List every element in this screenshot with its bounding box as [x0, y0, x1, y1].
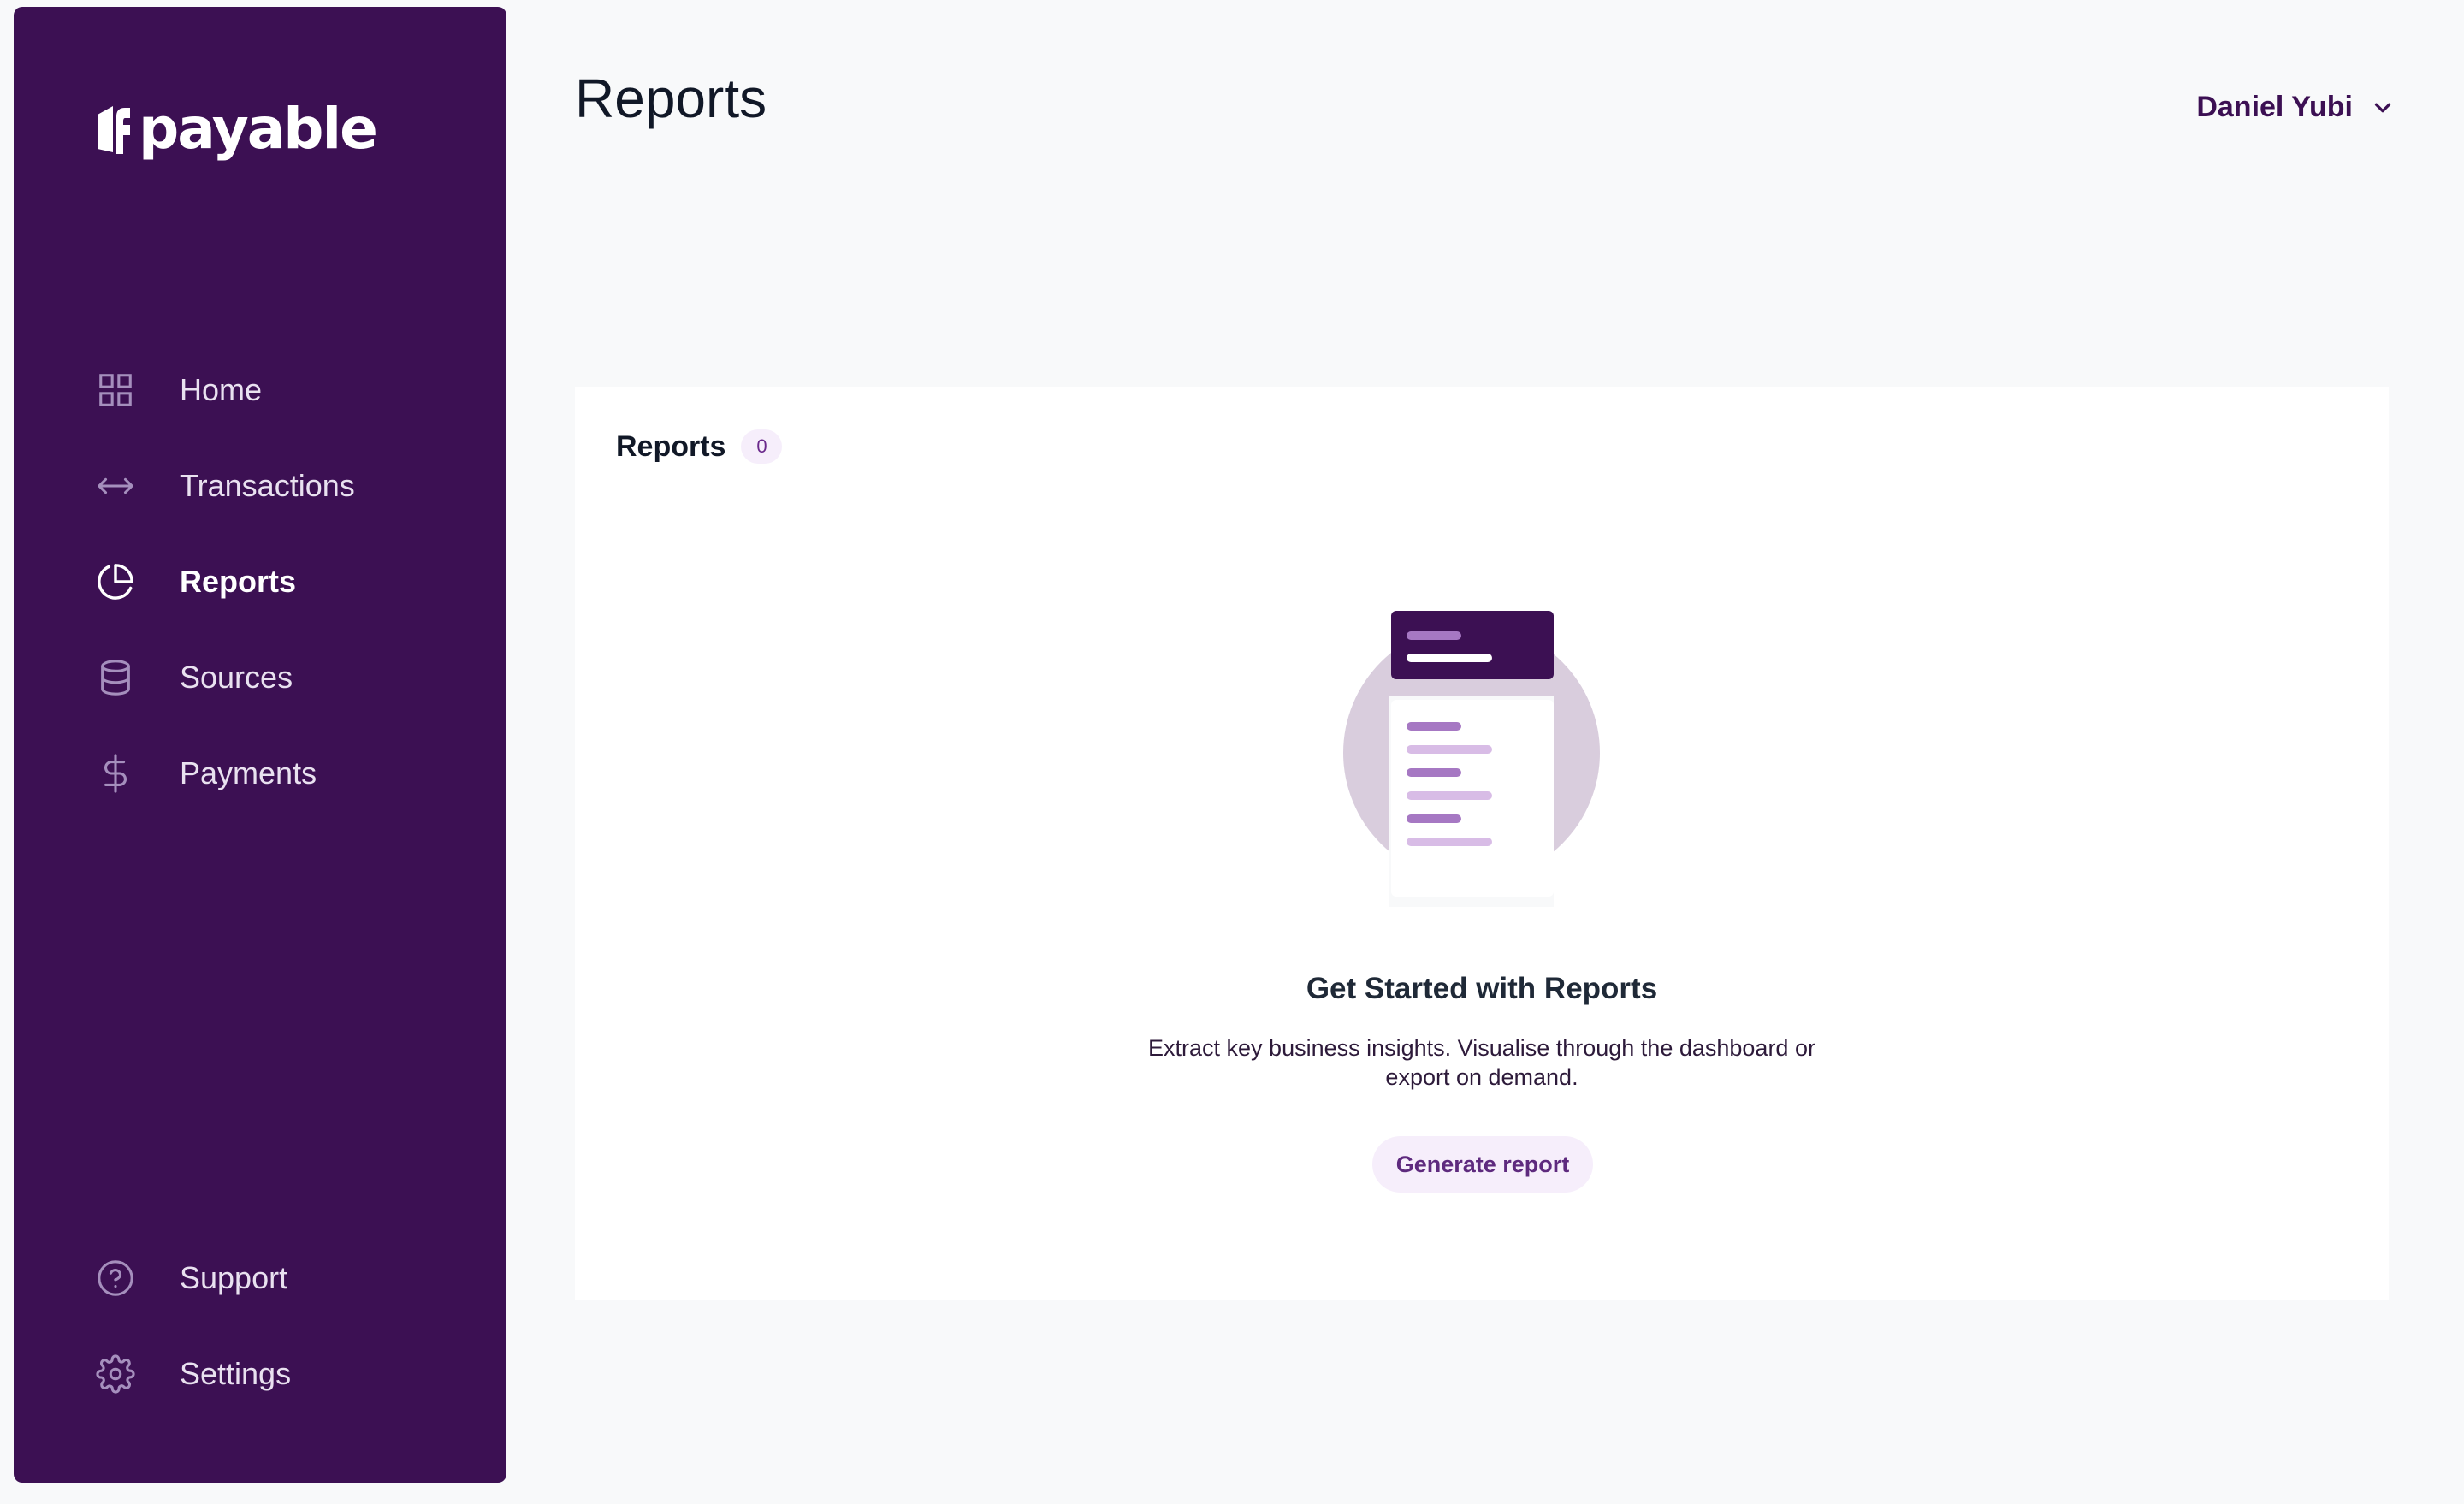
- sidebar-item-support[interactable]: Support: [94, 1252, 287, 1304]
- sidebar: payable Home Transactions Reports Source…: [14, 7, 506, 1483]
- chevron-down-icon: [2374, 103, 2391, 112]
- sidebar-item-label: Payments: [180, 755, 317, 790]
- reports-card-title: Reports: [616, 429, 726, 463]
- payable-logo-icon: [98, 106, 130, 154]
- sidebar-item-label: Reports: [180, 564, 297, 599]
- arrows-horizontal-icon: [94, 465, 137, 507]
- user-name: Daniel Yubi: [2196, 91, 2353, 123]
- dollar-icon: [94, 752, 137, 795]
- page-title: Reports: [575, 68, 767, 129]
- empty-reports-illustration: [1343, 611, 1600, 907]
- sidebar-item-label: Sources: [180, 660, 293, 695]
- sidebar-item-label: Settings: [180, 1356, 292, 1391]
- sidebar-item-label: Support: [180, 1260, 288, 1295]
- reports-count-badge: 0: [741, 429, 783, 464]
- reports-card: Reports 0 Get Started with Reports Extra…: [575, 387, 2389, 1300]
- brand-logo[interactable]: payable: [94, 96, 378, 162]
- database-icon: [94, 656, 137, 699]
- pie-chart-icon: [94, 560, 137, 603]
- generate-report-button[interactable]: Generate report: [1372, 1136, 1593, 1193]
- sidebar-item-label: Transactions: [180, 468, 355, 503]
- sidebar-item-reports[interactable]: Reports: [94, 556, 296, 607]
- reports-card-header: Reports 0: [616, 429, 783, 464]
- sidebar-item-transactions[interactable]: Transactions: [94, 460, 355, 512]
- empty-state-title: Get Started with Reports: [1306, 972, 1658, 1005]
- empty-state-description: Extract key business insights. Visualise…: [1148, 1035, 1815, 1090]
- gear-icon: [94, 1353, 137, 1395]
- user-menu[interactable]: Daniel Yubi: [2196, 91, 2396, 124]
- sidebar-item-home[interactable]: Home: [94, 364, 262, 416]
- grid-icon: [94, 369, 137, 412]
- sidebar-item-sources[interactable]: Sources: [94, 652, 293, 703]
- sidebar-item-label: Home: [180, 372, 263, 407]
- help-circle-icon: [94, 1257, 137, 1300]
- sidebar-item-payments[interactable]: Payments: [94, 748, 317, 799]
- brand-name: payable: [139, 96, 378, 162]
- sidebar-item-settings[interactable]: Settings: [94, 1348, 291, 1400]
